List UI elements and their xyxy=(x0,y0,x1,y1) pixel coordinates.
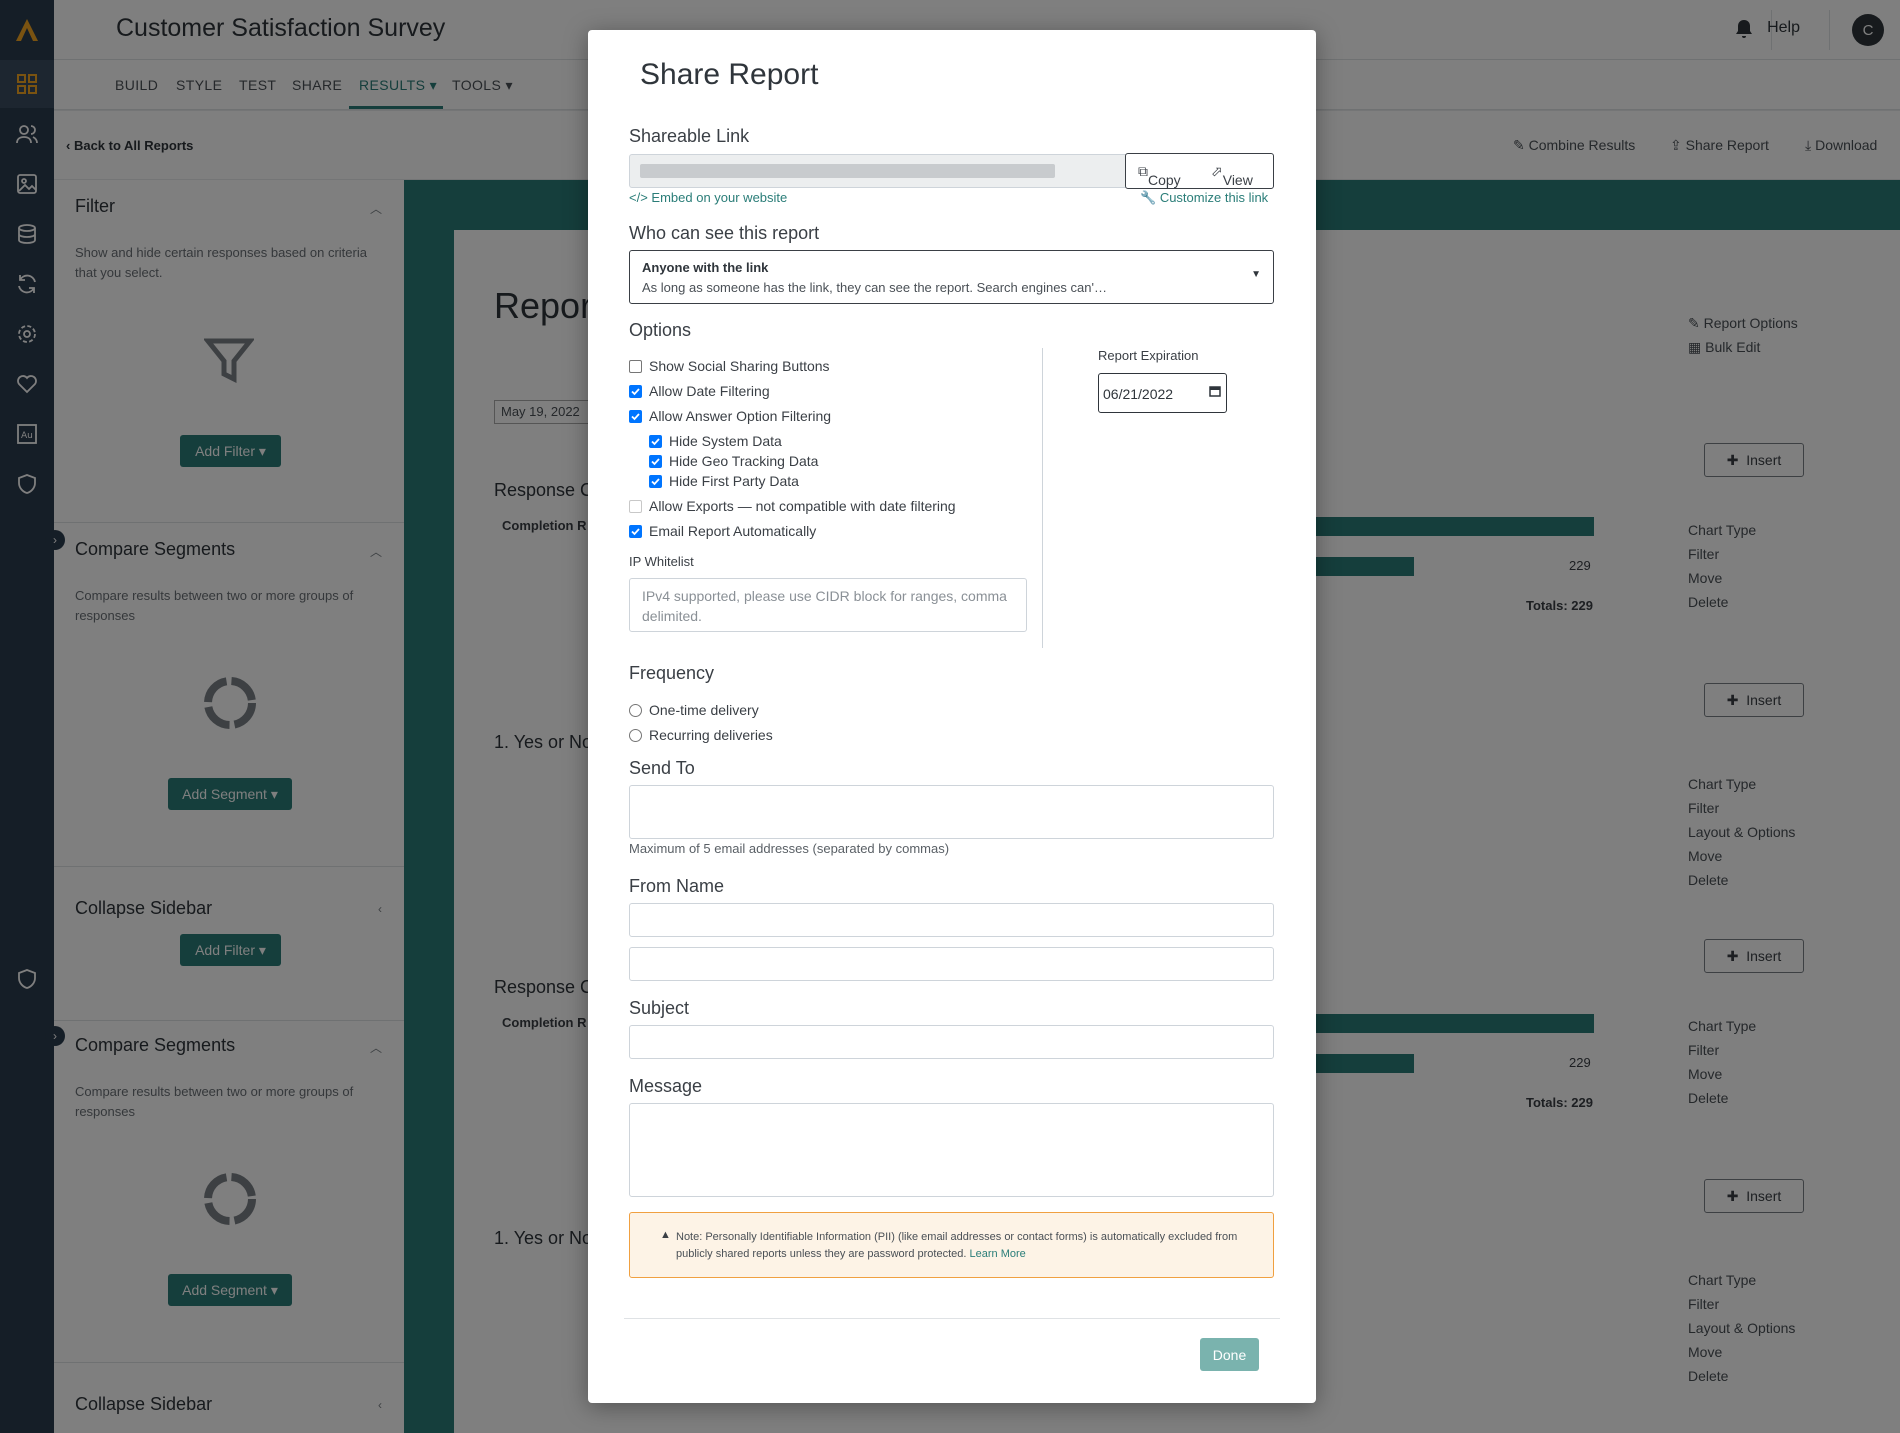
option-label: Hide Geo Tracking Data xyxy=(669,453,819,469)
option-label: Allow Date Filtering xyxy=(649,383,770,399)
caret-down-icon: ▼ xyxy=(1251,269,1261,280)
option-hide-system-data[interactable]: Hide System Data xyxy=(649,433,782,449)
freq-recurring[interactable]: Recurring deliveries xyxy=(629,727,773,743)
radio[interactable] xyxy=(629,703,642,717)
ip-placeholder: IPv4 supported, please use CIDR block fo… xyxy=(642,588,1007,624)
pii-note: ▲ Note: Personally Identifiable Informat… xyxy=(629,1212,1274,1278)
from-email-input[interactable] xyxy=(629,947,1274,981)
option-hide-geo-data[interactable]: Hide Geo Tracking Data xyxy=(649,453,818,469)
warning-icon: ▲ xyxy=(660,1229,671,1241)
checkbox[interactable] xyxy=(649,434,662,448)
checkbox[interactable] xyxy=(629,524,642,538)
option-label: Show Social Sharing Buttons xyxy=(649,358,830,374)
customize-label: Customize this link xyxy=(1159,190,1269,205)
option-allow-exports: Allow Exports — not compatible with date… xyxy=(629,498,956,514)
expiration-date-input[interactable]: 06/21/2022 xyxy=(1098,373,1227,413)
redacted-link xyxy=(640,164,1055,178)
option-label: Email Report Automatically xyxy=(649,523,817,539)
message-label: Message xyxy=(629,1076,703,1096)
view-button[interactable]: ⬀ View xyxy=(1211,163,1253,188)
send-to-help: Maximum of 5 email addresses (separated … xyxy=(629,841,950,856)
from-name-input[interactable] xyxy=(629,903,1274,937)
option-social-sharing[interactable]: Show Social Sharing Buttons xyxy=(629,358,830,374)
copy-button[interactable]: ⧉ Copy xyxy=(1138,163,1181,188)
done-button[interactable]: Done xyxy=(1200,1338,1259,1371)
ip-whitelist-input[interactable]: IPv4 supported, please use CIDR block fo… xyxy=(629,578,1027,632)
pii-note-text: Note: Personally Identifiable Informatio… xyxy=(676,1229,1241,1263)
checkbox[interactable] xyxy=(629,384,642,398)
option-label: Hide System Data xyxy=(669,433,782,449)
divider xyxy=(1042,348,1043,648)
radio[interactable] xyxy=(629,728,642,742)
share-report-modal: Share Report Shareable Link ⧉ Copy ⬀ Vie… xyxy=(588,30,1316,1403)
embed-link[interactable]: </> Embed on your website xyxy=(629,190,787,205)
shareable-link-label: Shareable Link xyxy=(629,126,750,146)
customize-link[interactable]: 🔧 Customize this link xyxy=(1140,190,1268,206)
freq-one-time[interactable]: One-time delivery xyxy=(629,702,759,718)
divider xyxy=(624,1318,1280,1319)
shareable-link-field[interactable] xyxy=(629,154,1144,188)
calendar-icon[interactable] xyxy=(1209,384,1221,400)
subject-label: Subject xyxy=(629,998,690,1018)
option-label: Allow Answer Option Filtering xyxy=(649,408,832,424)
learn-more-link[interactable]: Learn More xyxy=(970,1248,1026,1260)
frequency-label: Frequency xyxy=(629,663,715,683)
checkbox[interactable] xyxy=(629,359,642,373)
option-hide-first-party-data[interactable]: Hide First Party Data xyxy=(649,473,799,489)
checkbox xyxy=(629,499,642,513)
view-label: View xyxy=(1222,172,1253,188)
visibility-select[interactable]: Anyone with the link As long as someone … xyxy=(629,250,1274,304)
from-name-label: From Name xyxy=(629,876,725,896)
radio-label: One-time delivery xyxy=(649,702,759,718)
ip-whitelist-label: IP Whitelist xyxy=(629,554,694,569)
visibility-description: As long as someone has the link, they ca… xyxy=(642,280,1107,295)
options-label: Options xyxy=(629,320,692,340)
checkbox[interactable] xyxy=(649,454,662,468)
radio-label: Recurring deliveries xyxy=(649,727,773,743)
send-to-label: Send To xyxy=(629,758,695,778)
checkbox[interactable] xyxy=(629,409,642,423)
option-answer-filtering[interactable]: Allow Answer Option Filtering xyxy=(629,408,831,424)
expiration-value: 06/21/2022 xyxy=(1103,386,1174,402)
subject-input[interactable] xyxy=(629,1025,1274,1059)
link-actions: ⧉ Copy ⬀ View xyxy=(1125,153,1274,189)
expiration-label: Report Expiration xyxy=(1098,348,1199,363)
message-input[interactable] xyxy=(629,1103,1274,1197)
option-label: Hide First Party Data xyxy=(669,473,799,489)
option-label: Allow Exports — not compatible with date… xyxy=(649,498,956,514)
visibility-selected: Anyone with the link xyxy=(642,260,769,275)
option-date-filtering[interactable]: Allow Date Filtering xyxy=(629,383,770,399)
who-label: Who can see this report xyxy=(629,223,820,243)
modal-title: Share Report xyxy=(640,58,819,91)
copy-label: Copy xyxy=(1148,172,1181,188)
option-email-report[interactable]: Email Report Automatically xyxy=(629,523,816,539)
pii-note-body: Note: Personally Identifiable Informatio… xyxy=(676,1231,1238,1260)
send-to-input[interactable] xyxy=(629,785,1274,839)
checkbox[interactable] xyxy=(649,474,662,488)
